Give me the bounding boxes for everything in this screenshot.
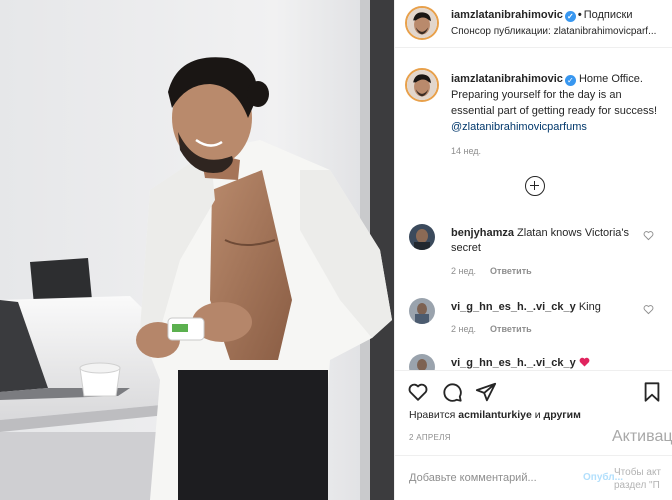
comment-text: benjyhamza Zlatan knows Victoria's secre… (451, 226, 641, 256)
post-photo[interactable] (0, 0, 394, 500)
comment-text: vi_g_hn_es_h._.vi_ck_y King (451, 300, 641, 315)
comment-reply-button[interactable]: Ответить (490, 266, 532, 276)
comment-time[interactable]: 2 нед. (451, 324, 476, 334)
author-username[interactable]: iamzlatanibrahimovic (451, 9, 563, 21)
comment-meta: 2 нед. Ответить (451, 324, 532, 334)
comment-reply-button[interactable]: Ответить (490, 324, 532, 334)
comment-input[interactable]: Добавьте комментарий... (409, 472, 537, 484)
save-bookmark-icon[interactable] (641, 381, 663, 403)
follow-button[interactable]: Подписки (584, 9, 633, 21)
comment-username[interactable]: vi_g_hn_es_h._.vi_ck_y (451, 357, 576, 369)
activation-watermark-line2: раздел "П (614, 480, 660, 491)
likes-line: Нравится acmilanturkiye и другим (409, 409, 581, 421)
activation-watermark-line1: Чтобы акт (614, 467, 662, 478)
comment-username[interactable]: vi_g_hn_es_h._.vi_ck_y (451, 301, 576, 313)
caption-username[interactable]: iamzlatanibrahimovic (451, 73, 563, 85)
comment-username[interactable]: benjyhamza (451, 227, 514, 239)
red-heart-emoji-icon (579, 357, 590, 367)
author-avatar-image (407, 8, 437, 38)
separator-dot: • (577, 9, 582, 21)
comment-avatar[interactable] (409, 224, 435, 250)
like-heart-icon[interactable] (407, 381, 429, 403)
comment-avatar[interactable] (409, 298, 435, 324)
caption-avatar-image (407, 70, 437, 100)
caption-mention-link[interactable]: @zlatanibrahimovicparfums (451, 121, 587, 133)
header-user-line: iamzlatanibrahimovic ✓ • Подписки (451, 9, 633, 22)
post-date[interactable]: 2 АПРЕЛЯ (409, 433, 451, 442)
author-avatar[interactable] (405, 6, 439, 40)
comment-time[interactable]: 2 нед. (451, 266, 476, 276)
verified-badge-icon: ✓ (564, 11, 576, 22)
comment-like-heart-icon[interactable] (643, 230, 654, 241)
comment-avatar-image (409, 298, 435, 324)
activation-watermark-title: Активац (612, 428, 672, 445)
post-panel: iamzlatanibrahimovic ✓ • Подписки Спонсор п… (394, 0, 672, 500)
likes-user-link[interactable]: acmilanturkiye (458, 409, 532, 421)
sponsor-prefix: Спонсор публикации: (451, 26, 551, 37)
sponsor-line: Спонсор публикации: zlatanibrahimovicpar… (451, 26, 669, 37)
caption-avatar[interactable] (405, 68, 439, 102)
comment-bubble-icon[interactable] (441, 381, 463, 403)
load-more-comments-icon[interactable] (525, 176, 545, 196)
post-image (0, 0, 394, 500)
sponsor-link[interactable]: zlatanibrahimovicparf... (554, 26, 657, 37)
caption-text: iamzlatanibrahimovic ✓ Home Office. Prepa… (451, 71, 661, 135)
comment-body: King (578, 301, 601, 313)
comment-avatar-image (409, 224, 435, 250)
post-header: iamzlatanibrahimovic ✓ • Подписки Спонсор п… (395, 0, 672, 48)
comment-meta: 2 нед. Ответить (451, 266, 532, 276)
likes-others-link[interactable]: другим (544, 409, 581, 421)
comment-text: vi_g_hn_es_h._.vi_ck_y (451, 356, 641, 371)
comment-like-heart-icon[interactable] (643, 304, 654, 315)
activation-watermark-text: Чтобы акт раздел "П (614, 466, 661, 492)
likes-conj: и (534, 409, 541, 421)
caption-verified-icon: ✓ (564, 75, 576, 86)
share-paper-plane-icon[interactable] (475, 381, 497, 403)
caption-time[interactable]: 14 нед. (451, 146, 481, 156)
likes-prefix: Нравится (409, 409, 456, 421)
